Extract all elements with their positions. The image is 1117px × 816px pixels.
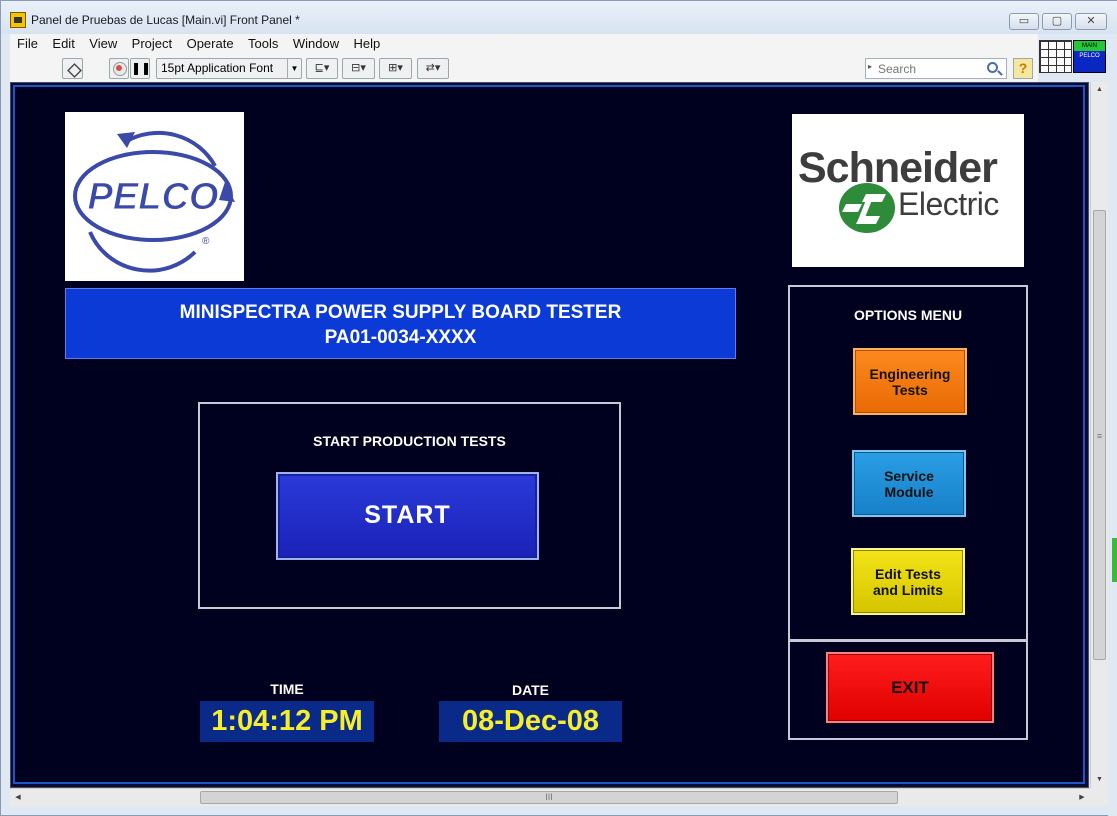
abort-button[interactable] <box>109 58 129 79</box>
menu-bar: File Edit View Project Operate Tools Win… <box>10 34 1038 54</box>
search-options-icon[interactable]: ▸ <box>868 62 872 71</box>
pelco-wordmark: PELCO <box>88 176 219 218</box>
search-input[interactable] <box>878 61 978 76</box>
engineering-tests-button[interactable]: Engineering Tests <box>853 348 967 415</box>
vi-icon-top-label: MAIN <box>1074 41 1105 51</box>
exit-button[interactable]: EXIT <box>826 652 994 723</box>
pause-button[interactable]: ❚❚ <box>130 58 151 79</box>
close-button[interactable]: ✕ <box>1075 13 1107 30</box>
menu-project[interactable]: Project <box>132 34 172 51</box>
edit-tests-limits-button[interactable]: Edit Tests and Limits <box>851 548 965 615</box>
menu-help[interactable]: Help <box>354 34 381 51</box>
part-number: PA01-0034-XXXX <box>324 327 477 348</box>
labview-window: Panel de Pruebas de Lucas [Main.vi] Fron… <box>0 0 1117 816</box>
chevron-down-icon: ▼ <box>287 59 301 78</box>
exit-panel: EXIT <box>788 641 1028 740</box>
scroll-left-icon[interactable]: ◀ <box>10 789 26 806</box>
menu-window[interactable]: Window <box>293 34 339 51</box>
time-indicator: 1:04:12 PM <box>200 701 374 742</box>
window-title: Panel de Pruebas de Lucas [Main.vi] Fron… <box>31 13 300 27</box>
electric-wordmark: Electric <box>898 186 999 222</box>
start-production-label: START PRODUCTION TESTS <box>313 433 506 449</box>
align-objects-button[interactable]: ⊑▾ <box>306 58 338 79</box>
registered-mark: ® <box>202 236 210 247</box>
scroll-down-icon[interactable]: ▼ <box>1091 772 1108 788</box>
options-menu-title: OPTIONS MENU <box>853 307 963 323</box>
tester-title: MINISPECTRA POWER SUPPLY BOARD TESTER <box>179 302 622 323</box>
tester-title-banner: MINISPECTRA POWER SUPPLY BOARD TESTER PA… <box>65 288 736 359</box>
resize-grip[interactable] <box>1090 788 1108 806</box>
date-label: DATE <box>511 682 550 698</box>
menu-edit[interactable]: Edit <box>52 34 74 51</box>
title-bar[interactable]: Panel de Pruebas de Lucas [Main.vi] Fron… <box>1 1 1117 34</box>
pelco-logo-graphic: PELCO ® <box>73 130 235 273</box>
font-selector-label: 15pt Application Font <box>161 61 274 75</box>
reorder-button[interactable]: ⇄▾ <box>417 58 449 79</box>
menu-operate[interactable]: Operate <box>187 34 234 51</box>
scroll-right-icon[interactable]: ▶ <box>1074 789 1090 806</box>
horizontal-scroll-thumb[interactable]: III <box>200 791 898 804</box>
menu-view[interactable]: View <box>89 34 117 51</box>
scroll-up-icon[interactable]: ▲ <box>1091 82 1108 98</box>
date-indicator: 08-Dec-08 <box>439 701 622 742</box>
labview-app-icon[interactable] <box>10 12 26 28</box>
adjacent-window-strip <box>1108 34 1117 816</box>
vertical-scroll-thumb[interactable]: ≡ <box>1093 210 1106 660</box>
distribute-objects-button[interactable]: ⊟▾ <box>342 58 375 79</box>
options-menu-panel: OPTIONS MENU Engineering Tests Service M… <box>788 285 1028 641</box>
run-button[interactable] <box>62 58 83 79</box>
time-label: TIME <box>270 681 304 697</box>
horizontal-scrollbar[interactable]: ◀ III ▶ <box>10 788 1090 806</box>
pelco-logo: PELCO ® <box>65 112 244 281</box>
context-help-button[interactable]: ? <box>1013 58 1033 79</box>
maximize-button[interactable]: ▢ <box>1042 13 1072 30</box>
vi-icon-bottom-label: PELCO <box>1079 53 1100 59</box>
menu-tools[interactable]: Tools <box>248 34 278 51</box>
menu-file[interactable]: File <box>17 34 38 51</box>
minimize-button[interactable]: ▭ <box>1009 13 1039 30</box>
connector-pane-icon[interactable] <box>1039 40 1072 73</box>
search-icon[interactable] <box>987 62 998 73</box>
start-production-panel: START PRODUCTION TESTS START <box>198 402 621 609</box>
vi-icon[interactable]: MAIN PELCO <box>1073 40 1106 73</box>
search-box: ▸ <box>865 58 1007 79</box>
resize-objects-button[interactable]: ⊞▾ <box>379 58 412 79</box>
schneider-electric-logo: Schneider Electric <box>792 114 1024 267</box>
start-button[interactable]: START <box>276 472 539 560</box>
toolbar: ❚❚ 15pt Application Font ▼ ⊑▾ ⊟▾ ⊞▾ ⇄▾ ▸… <box>10 54 1038 82</box>
font-selector[interactable]: 15pt Application Font ▼ <box>156 58 302 79</box>
schneider-green-mark-icon <box>839 183 895 233</box>
vertical-scrollbar[interactable]: ▲ ≡ ▼ <box>1090 82 1108 788</box>
service-module-button[interactable]: Service Module <box>852 450 966 517</box>
